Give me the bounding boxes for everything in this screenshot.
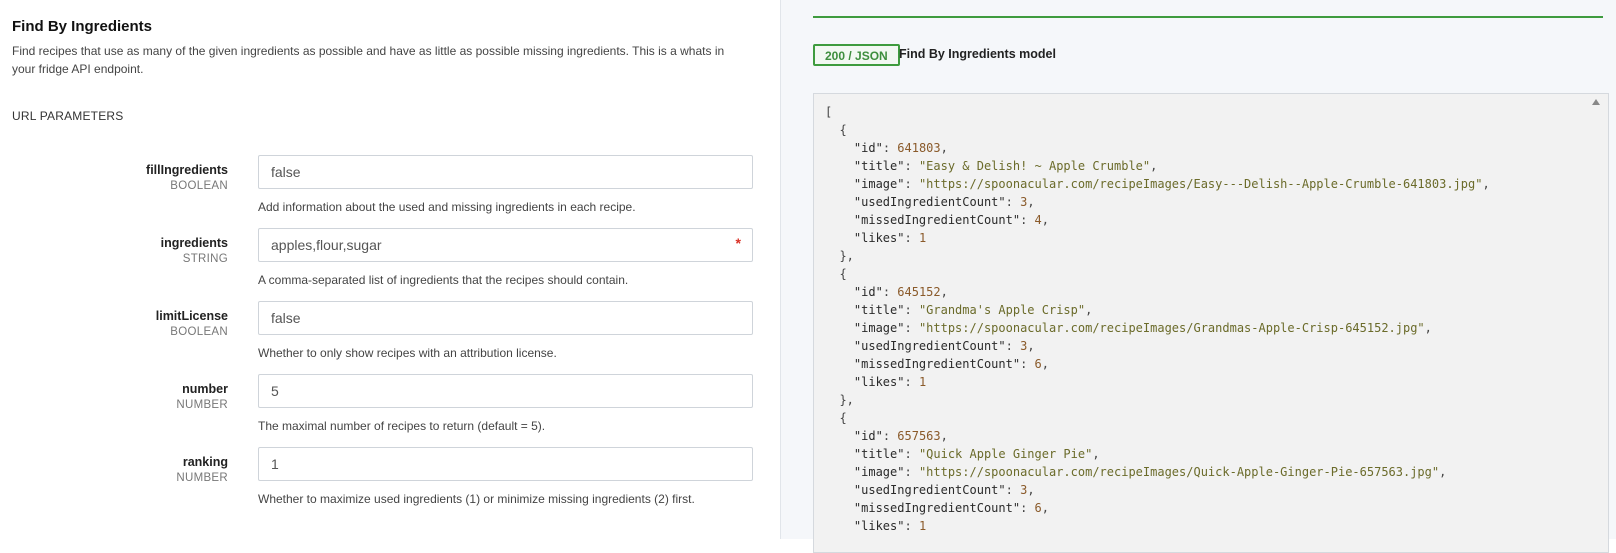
param-row-number: number NUMBER The maximal number of reci…	[0, 374, 760, 440]
json-code: [ { "id": 641803, "title": "Easy & Delis…	[825, 103, 1490, 535]
response-divider	[813, 16, 1603, 18]
param-row-fillingredients: fillIngredients BOOLEAN Add information …	[0, 155, 760, 221]
code-line: "image": "https://spoonacular.com/recipe…	[853, 465, 1447, 479]
endpoint-title: Find By Ingredients	[12, 18, 153, 35]
number-input[interactable]	[258, 374, 753, 408]
url-parameters-heading: URL PARAMETERS	[12, 109, 124, 123]
param-row-ingredients: ingredients STRING * A comma-separated l…	[0, 228, 760, 294]
param-input-wrap	[258, 447, 753, 481]
param-row-ranking: ranking NUMBER Whether to maximize used …	[0, 447, 760, 513]
code-line: "usedIngredientCount": 3,	[853, 195, 1035, 209]
param-type: STRING	[182, 253, 228, 265]
code-line: "title": "Quick Apple Ginger Pie",	[853, 447, 1100, 461]
param-input-wrap	[258, 155, 753, 189]
ranking-input[interactable]	[258, 447, 753, 481]
code-line: "missedIngredientCount": 4,	[853, 213, 1049, 227]
param-help: Add information about the used and missi…	[258, 200, 636, 214]
code-line: "likes": 1	[853, 519, 927, 533]
param-type: NUMBER	[176, 399, 228, 411]
param-input-wrap: *	[258, 228, 753, 262]
code-line: "title": "Grandma's Apple Crisp",	[853, 303, 1093, 317]
param-help: The maximal number of recipes to return …	[258, 419, 546, 433]
param-name: limitLicense	[155, 309, 228, 323]
param-help: A comma-separated list of ingredients th…	[258, 273, 629, 287]
param-input-wrap	[258, 301, 753, 335]
param-type: BOOLEAN	[170, 326, 228, 338]
code-line: "title": "Easy & Delish! ~ Apple Crumble…	[853, 159, 1158, 173]
code-line: "id": 657563,	[853, 429, 948, 443]
code-line: "missedIngredientCount": 6,	[853, 357, 1049, 371]
param-name: ranking	[182, 455, 228, 469]
code-line: {	[825, 123, 847, 137]
code-line: "id": 641803,	[853, 141, 948, 155]
code-line: "id": 645152,	[853, 285, 948, 299]
code-line: },	[825, 393, 854, 407]
code-line: "usedIngredientCount": 3,	[853, 483, 1035, 497]
code-line: "usedIngredientCount": 3,	[853, 339, 1035, 353]
required-asterisk: *	[735, 235, 741, 251]
response-panel: 200 / JSON Find By Ingredients model [ {…	[780, 0, 1616, 553]
param-help: Whether to only show recipes with an att…	[258, 346, 557, 360]
code-line: "image": "https://spoonacular.com/recipe…	[853, 177, 1490, 191]
fillingredients-input[interactable]	[258, 155, 753, 189]
param-input-wrap	[258, 374, 753, 408]
code-line: "image": "https://spoonacular.com/recipe…	[853, 321, 1432, 335]
code-line: "missedIngredientCount": 6,	[853, 501, 1049, 515]
endpoint-description: Find recipes that use as many of the giv…	[12, 44, 725, 76]
code-line: "likes": 1	[853, 231, 927, 245]
ingredients-input[interactable]	[258, 228, 753, 262]
code-line: "likes": 1	[853, 375, 927, 389]
param-name: ingredients	[160, 236, 228, 250]
param-name: fillIngredients	[146, 163, 228, 177]
param-name: number	[182, 382, 228, 396]
status-badge[interactable]: 200 / JSON	[813, 44, 900, 66]
param-type: BOOLEAN	[170, 180, 228, 192]
model-name: Find By Ingredients model	[899, 47, 1056, 61]
param-row-limitlicense: limitLicense BOOLEAN Whether to only sho…	[0, 301, 760, 367]
limitlicense-input[interactable]	[258, 301, 753, 335]
json-response-viewer[interactable]: [ { "id": 641803, "title": "Easy & Delis…	[813, 93, 1609, 553]
scroll-up-icon[interactable]	[1592, 99, 1600, 105]
param-type: NUMBER	[176, 472, 228, 484]
code-line: {	[825, 411, 847, 425]
request-panel: Find By Ingredients Find recipes that us…	[0, 0, 780, 539]
param-help: Whether to maximize used ingredients (1)…	[258, 492, 695, 506]
code-line: [	[825, 105, 833, 119]
code-line: {	[825, 267, 847, 281]
code-line: },	[825, 249, 854, 263]
